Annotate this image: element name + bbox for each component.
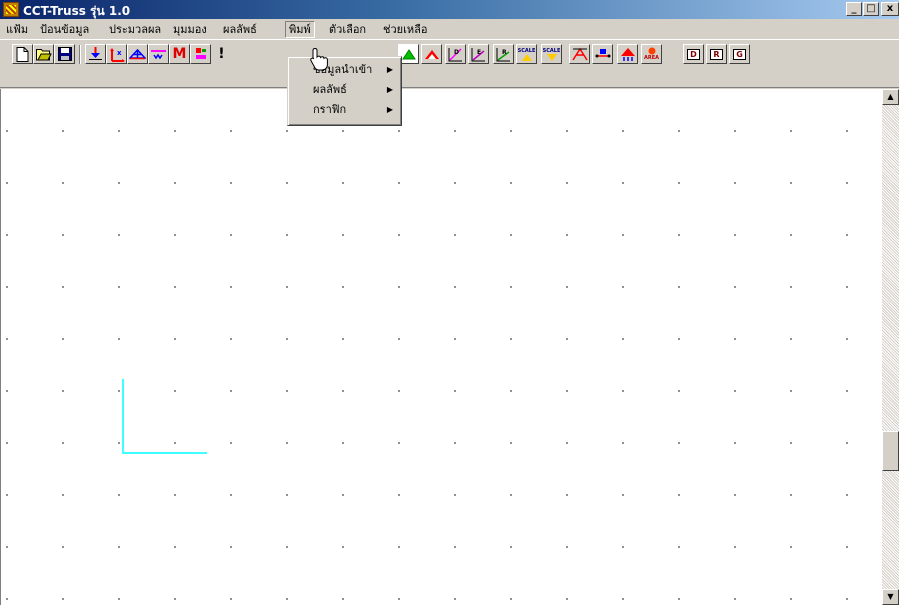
print-g-label: G xyxy=(733,48,746,60)
area-icon[interactable]: AREA xyxy=(641,44,662,64)
menu-view[interactable]: มุมมอง xyxy=(170,22,210,37)
svg-text:E: E xyxy=(477,49,481,56)
menu-results[interactable]: ผลลัพธ์ xyxy=(220,22,260,37)
section-icon[interactable] xyxy=(190,44,211,64)
menu-help[interactable]: ช่วยเหลือ xyxy=(380,22,430,37)
spring-icon[interactable] xyxy=(148,44,169,64)
print-r-label: R xyxy=(710,48,723,60)
print-g-icon[interactable]: G xyxy=(729,44,750,64)
print-menu-results-label: ผลลัพธ์ xyxy=(313,83,347,96)
svg-text:D: D xyxy=(454,49,459,56)
app-icon[interactable] xyxy=(3,2,19,17)
run-icon[interactable]: ! xyxy=(211,44,232,64)
scroll-up-button[interactable]: ▲ xyxy=(882,89,899,105)
reaction-icon[interactable] xyxy=(617,44,638,64)
vertical-scrollbar[interactable]: ▲ ▼ xyxy=(882,89,899,605)
truss-line xyxy=(122,379,207,454)
scale-up-icon[interactable]: SCALE xyxy=(516,44,537,64)
truss-shape-icon[interactable] xyxy=(421,44,442,64)
menu-options[interactable]: ตัวเลือก xyxy=(326,22,369,37)
print-menu-results[interactable]: ผลลัพธ์ ▶ xyxy=(288,80,401,100)
submenu-arrow-icon: ▶ xyxy=(386,105,393,114)
svg-text:R: R xyxy=(502,49,507,56)
print-menu-graphics-label: กราฟิก xyxy=(313,103,347,116)
node-label-icon[interactable] xyxy=(592,44,613,64)
toolbar-separator xyxy=(79,45,81,64)
hand-pointer-icon xyxy=(310,47,328,71)
drawing-canvas[interactable] xyxy=(0,89,882,605)
open-folder-icon[interactable] xyxy=(33,44,54,64)
drawing-layer xyxy=(122,379,207,454)
diagram-e-icon[interactable]: E xyxy=(468,44,489,64)
diagram-r-icon[interactable]: R xyxy=(493,44,514,64)
title-bar[interactable]: CCT-Truss รุ่น 1.0 _ □ x xyxy=(0,0,899,19)
menu-input[interactable]: ป้อนข้อมูล xyxy=(37,22,92,37)
scroll-down-button[interactable]: ▼ xyxy=(882,589,899,605)
print-menu-dropdown: ข้อมูลนำเข้า ▶ ผลลัพธ์ ▶ กราฟิก ▶ xyxy=(287,56,402,126)
frame-icon[interactable] xyxy=(569,44,590,64)
menu-bar: แฟ้ม ป้อนข้อมูล ประมวลผล มุมมอง ผลลัพธ์ … xyxy=(0,19,899,39)
minimize-button[interactable]: _ xyxy=(846,2,862,16)
print-r-icon[interactable]: R xyxy=(706,44,727,64)
scale-down-icon[interactable]: SCALE xyxy=(541,44,562,64)
submenu-arrow-icon: ▶ xyxy=(386,85,393,94)
new-file-icon[interactable] xyxy=(12,44,33,64)
scroll-thumb[interactable] xyxy=(882,431,899,471)
submenu-arrow-icon: ▶ xyxy=(386,65,393,74)
print-d-icon[interactable]: D xyxy=(683,44,704,64)
toolbar: x M ! D E R SCALE SCALE AREA D R G xyxy=(0,39,899,89)
menu-file[interactable]: แฟ้ม xyxy=(3,22,31,37)
print-menu-graphics[interactable]: กราฟิก ▶ xyxy=(288,100,401,120)
support-icon[interactable] xyxy=(85,44,106,64)
svg-text:x: x xyxy=(117,49,122,57)
save-icon[interactable] xyxy=(54,44,75,64)
print-d-label: D xyxy=(687,48,700,60)
print-menu-input-data[interactable]: ข้อมูลนำเข้า ▶ xyxy=(288,60,401,80)
diagram-d-icon[interactable]: D xyxy=(445,44,466,64)
menu-process[interactable]: ประมวลผล xyxy=(106,22,164,37)
maximize-button[interactable]: □ xyxy=(863,2,879,16)
load-xy-icon[interactable]: x xyxy=(106,44,127,64)
truss-member-icon[interactable] xyxy=(127,44,148,64)
moment-icon[interactable]: M xyxy=(169,44,190,64)
area-label: AREA xyxy=(643,55,659,61)
close-button[interactable]: x xyxy=(881,2,899,16)
menu-print[interactable]: พิมพ์ xyxy=(285,21,315,38)
